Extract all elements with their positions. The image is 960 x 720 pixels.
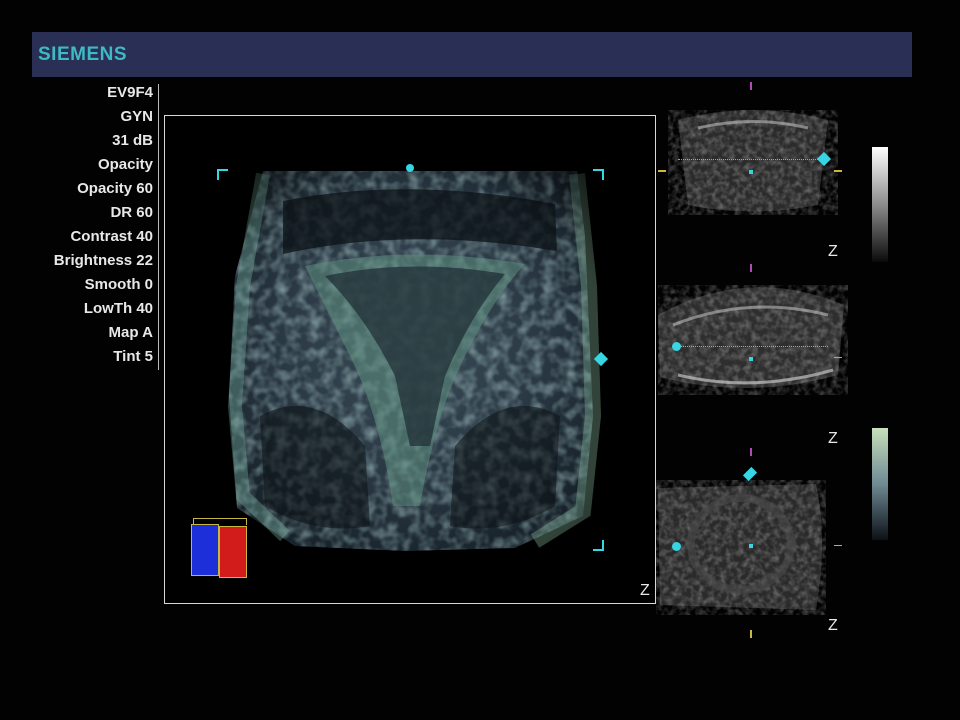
diamond-cursor-icon[interactable] [742,466,758,482]
center-dot-icon [749,544,753,548]
orientation-cube-icon[interactable] [191,518,247,580]
plane-a-top-marker [750,82,752,90]
param-dr: DR 60 [110,204,153,221]
orientation-cube-blue-face [191,524,219,576]
param-contrast: Contrast 40 [70,228,153,245]
plane-b-right-tick [834,357,842,358]
plane-c-image [658,484,822,610]
ultrasound-screen: SIEMENS EV9F4 GYN 31 dB Opacity Opacity … [0,0,960,720]
param-opacity: Opacity 60 [77,180,153,197]
title-bar: SIEMENS [32,32,912,77]
plane-a-right-tick [834,170,842,172]
param-preset: GYN [120,108,153,125]
plane-b-crosshair [678,346,828,347]
roi-corner-tl [217,169,228,180]
plane-c-bottom-marker [750,630,752,638]
center-dot-icon[interactable] [406,164,414,172]
param-tint: Tint 5 [113,348,153,365]
param-map: Map A [108,324,153,341]
orientation-cube-red-face [219,526,247,578]
param-smooth: Smooth 0 [84,276,153,293]
volume-render-view[interactable]: Z [164,115,656,604]
center-dot-icon [749,170,753,174]
orientation-cube-top-edge [193,518,247,525]
plane-a-view[interactable] [668,110,838,215]
axis-z-label: Z [640,582,650,599]
param-transducer: EV9F4 [107,84,153,101]
roi-corner-tr [593,169,604,180]
plane-a-axis-z-label: Z [828,243,838,260]
param-lowth: LowTh 40 [83,300,153,317]
plane-c-axis-z-label-top: Z [828,430,838,447]
plane-c-top-marker [750,448,752,456]
brand-logo: SIEMENS [38,44,128,65]
center-dot-icon[interactable] [672,542,681,551]
plane-a-crosshair [678,159,820,160]
param-gain: 31 dB [112,132,153,149]
param-brightness: Brightness 22 [53,252,153,269]
plane-b-view[interactable] [658,285,848,395]
plane-c-axis-z-label-bottom: Z [828,617,838,634]
plane-b-top-marker [750,264,752,272]
plane-a-image [678,110,828,212]
tint-colorbar [872,428,888,540]
plane-b-image [658,287,844,389]
plane-c-view[interactable] [656,480,826,615]
plane-c-right-tick [834,545,842,546]
center-dot-icon [749,357,753,361]
grayscale-colorbar [872,147,888,262]
center-dot-icon[interactable] [672,342,681,351]
roi-corner-br [593,540,604,551]
param-render-mode: Opacity [97,156,153,173]
plane-a-left-tick [658,170,666,172]
parameter-list: EV9F4 GYN 31 dB Opacity Opacity 60 DR 60… [40,84,159,370]
